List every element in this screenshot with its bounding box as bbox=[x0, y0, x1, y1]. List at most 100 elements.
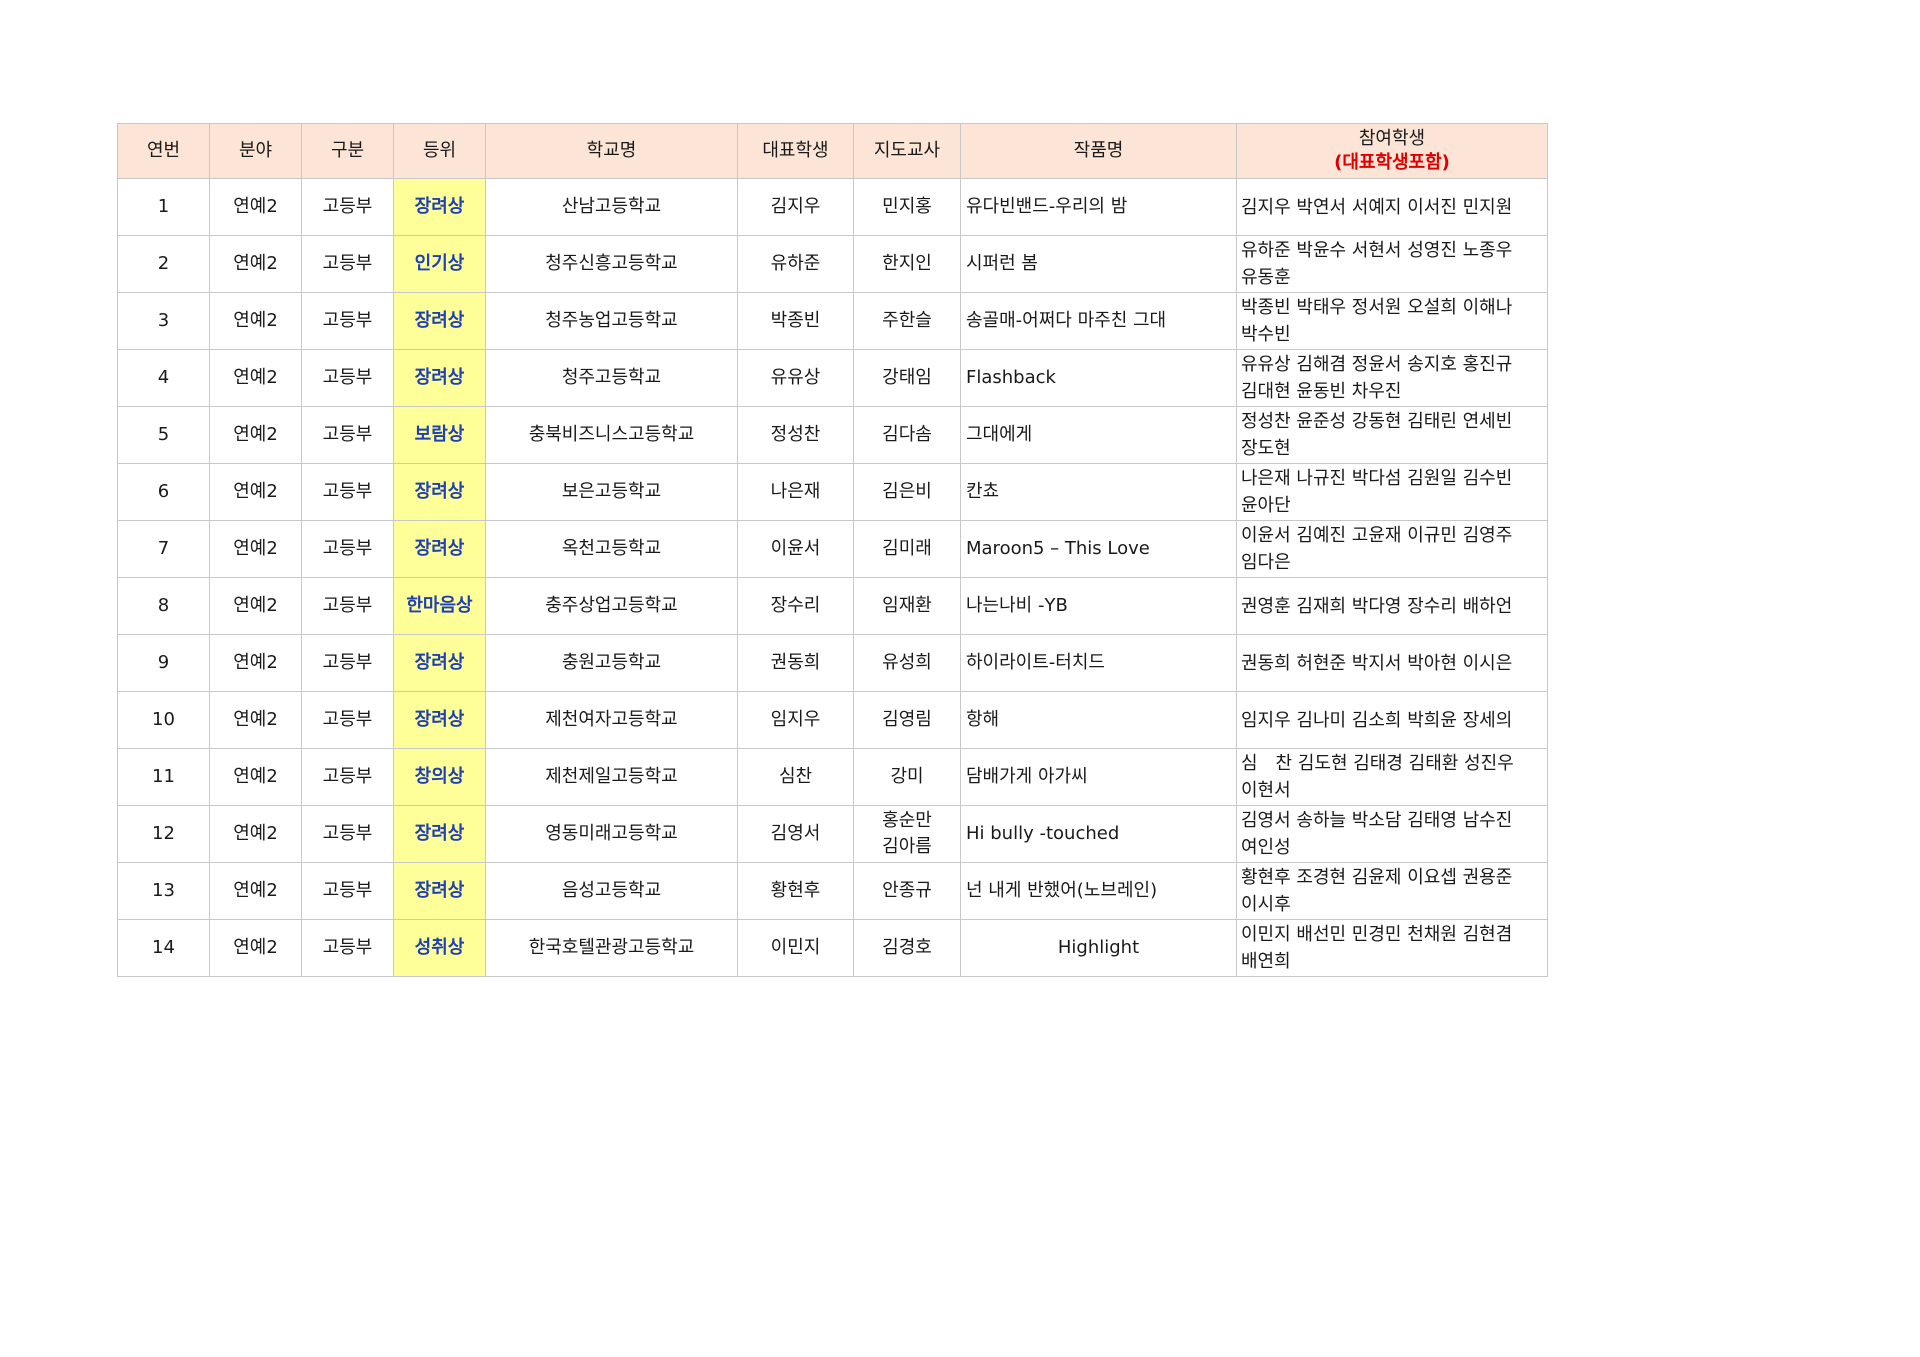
cell-no: 12 bbox=[117, 805, 210, 863]
cell-division: 고등부 bbox=[301, 178, 394, 236]
header-teacher: 지도교사 bbox=[853, 123, 961, 179]
teacher-name: 김경호 bbox=[882, 937, 932, 958]
teacher-name: 김다솜 bbox=[882, 424, 932, 445]
cell-teacher: 민지홍 bbox=[853, 178, 961, 236]
teacher-name: 김아름 bbox=[882, 836, 932, 857]
cell-division: 고등부 bbox=[301, 748, 394, 806]
cell-no: 10 bbox=[117, 691, 210, 749]
cell-representative: 이민지 bbox=[737, 919, 854, 977]
cell-rank: 장려상 bbox=[393, 178, 486, 236]
cell-teacher: 유성희 bbox=[853, 634, 961, 692]
cell-school: 충북비즈니스고등학교 bbox=[485, 406, 738, 464]
cell-no: 9 bbox=[117, 634, 210, 692]
cell-members: 유유상 김해겸 정윤서 송지호 홍진규 김대현 윤동빈 차우진 bbox=[1236, 349, 1548, 407]
cell-work: Highlight bbox=[960, 919, 1237, 977]
header-work: 작품명 bbox=[960, 123, 1237, 179]
cell-members: 이민지 배선민 민경민 천채원 김현겸 배연희 bbox=[1236, 919, 1548, 977]
cell-rank: 장려상 bbox=[393, 349, 486, 407]
cell-work: Maroon5 – This Love bbox=[960, 520, 1237, 578]
table-row: 8 연예2 고등부 한마음상 충주상업고등학교 장수리 임재환 나는나비 -YB 권영훈 김재희… bbox=[117, 577, 1548, 635]
cell-rank: 보람상 bbox=[393, 406, 486, 464]
cell-division: 고등부 bbox=[301, 406, 394, 464]
cell-field: 연예2 bbox=[209, 691, 302, 749]
cell-rank: 장려상 bbox=[393, 634, 486, 692]
cell-field: 연예2 bbox=[209, 178, 302, 236]
cell-work: 담배가게 아가씨 bbox=[960, 748, 1237, 806]
cell-division: 고등부 bbox=[301, 520, 394, 578]
cell-division: 고등부 bbox=[301, 235, 394, 293]
cell-no: 2 bbox=[117, 235, 210, 293]
table-row: 9 연예2 고등부 장려상 충원고등학교 권동희 유성희 하이라이트-터치드 권동희 허현준 박… bbox=[117, 634, 1548, 692]
cell-field: 연예2 bbox=[209, 406, 302, 464]
cell-members: 임지우 김나미 김소희 박희윤 장세의 bbox=[1236, 691, 1548, 749]
table-row: 7 연예2 고등부 장려상 옥천고등학교 이윤서 김미래 Maroon5 – This Lov… bbox=[117, 520, 1548, 578]
cell-rank: 한마음상 bbox=[393, 577, 486, 635]
cell-no: 5 bbox=[117, 406, 210, 464]
cell-school: 음성고등학교 bbox=[485, 862, 738, 920]
cell-field: 연예2 bbox=[209, 919, 302, 977]
cell-members: 정성찬 윤준성 강동현 김태린 연세빈 장도현 bbox=[1236, 406, 1548, 464]
cell-teacher: 김영림 bbox=[853, 691, 961, 749]
teacher-name: 한지인 bbox=[882, 253, 932, 274]
cell-no: 11 bbox=[117, 748, 210, 806]
header-school: 학교명 bbox=[485, 123, 738, 179]
cell-division: 고등부 bbox=[301, 634, 394, 692]
table-row: 14 연예2 고등부 성취상 한국호텔관광고등학교 이민지 김경호 Highlight 이민지 … bbox=[117, 919, 1548, 977]
cell-rank: 장려상 bbox=[393, 805, 486, 863]
table-row: 10 연예2 고등부 장려상 제천여자고등학교 임지우 김영림 항해 임지우 김나미 김소희 박… bbox=[117, 691, 1548, 749]
award-results-table: 연번 분야 구분 등위 학교명 대표학생 지도교사 작품명 참여학생 (대표학생… bbox=[117, 123, 1548, 977]
cell-no: 13 bbox=[117, 862, 210, 920]
cell-teacher: 강미 bbox=[853, 748, 961, 806]
table-row: 13 연예2 고등부 장려상 음성고등학교 황현후 안종규 넌 내게 반했어(노브레인) 황현후… bbox=[117, 862, 1548, 920]
cell-work: 넌 내게 반했어(노브레인) bbox=[960, 862, 1237, 920]
cell-representative: 김영서 bbox=[737, 805, 854, 863]
cell-no: 7 bbox=[117, 520, 210, 578]
cell-representative: 임지우 bbox=[737, 691, 854, 749]
teacher-name: 강미 bbox=[890, 766, 924, 787]
cell-rank: 장려상 bbox=[393, 862, 486, 920]
header-members-label: 참여학생 bbox=[1358, 128, 1426, 149]
cell-teacher: 주한슬 bbox=[853, 292, 961, 350]
table-row: 1 연예2 고등부 장려상 산남고등학교 김지우 민지홍 유다빈밴드-우리의 밤 김지우 박연서… bbox=[117, 178, 1548, 236]
cell-members: 나은재 나규진 박다섬 김원일 김수빈 윤아단 bbox=[1236, 463, 1548, 521]
cell-rank: 인기상 bbox=[393, 235, 486, 293]
header-field: 분야 bbox=[209, 123, 302, 179]
cell-work: 항해 bbox=[960, 691, 1237, 749]
cell-school: 청주신흥고등학교 bbox=[485, 235, 738, 293]
teacher-name: 강태임 bbox=[882, 367, 932, 388]
cell-field: 연예2 bbox=[209, 292, 302, 350]
cell-field: 연예2 bbox=[209, 862, 302, 920]
cell-field: 연예2 bbox=[209, 634, 302, 692]
cell-representative: 박종빈 bbox=[737, 292, 854, 350]
cell-members: 유하준 박윤수 서현서 성영진 노종우 유동훈 bbox=[1236, 235, 1548, 293]
cell-teacher: 김다솜 bbox=[853, 406, 961, 464]
cell-teacher: 한지인 bbox=[853, 235, 961, 293]
cell-work: 송골매-어쩌다 마주친 그대 bbox=[960, 292, 1237, 350]
table-row: 3 연예2 고등부 장려상 청주농업고등학교 박종빈 주한슬 송골매-어쩌다 마주친 그대 박종… bbox=[117, 292, 1548, 350]
table-row: 5 연예2 고등부 보람상 충북비즈니스고등학교 정성찬 김다솜 그대에게 정성찬 윤준성 강동… bbox=[117, 406, 1548, 464]
table-row: 11 연예2 고등부 창의상 제천제일고등학교 심찬 강미 담배가게 아가씨 심 찬 김도현 김… bbox=[117, 748, 1548, 806]
table-body: 1 연예2 고등부 장려상 산남고등학교 김지우 민지홍 유다빈밴드-우리의 밤 김지우 박연서… bbox=[117, 178, 1548, 977]
cell-teacher: 안종규 bbox=[853, 862, 961, 920]
cell-no: 6 bbox=[117, 463, 210, 521]
cell-rank: 장려상 bbox=[393, 520, 486, 578]
cell-representative: 유하준 bbox=[737, 235, 854, 293]
cell-members: 황현후 조경현 김윤제 이요셉 권용준 이시후 bbox=[1236, 862, 1548, 920]
cell-rank: 창의상 bbox=[393, 748, 486, 806]
cell-work: 하이라이트-터치드 bbox=[960, 634, 1237, 692]
table-row: 2 연예2 고등부 인기상 청주신흥고등학교 유하준 한지인 시퍼런 봄 유하준 박윤수 서현서… bbox=[117, 235, 1548, 293]
cell-field: 연예2 bbox=[209, 463, 302, 521]
cell-school: 제천제일고등학교 bbox=[485, 748, 738, 806]
cell-work: Flashback bbox=[960, 349, 1237, 407]
cell-no: 14 bbox=[117, 919, 210, 977]
teacher-name: 김은비 bbox=[882, 481, 932, 502]
cell-school: 충원고등학교 bbox=[485, 634, 738, 692]
cell-work: 나는나비 -YB bbox=[960, 577, 1237, 635]
header-row: 연번 분야 구분 등위 학교명 대표학생 지도교사 작품명 참여학생 (대표학생… bbox=[117, 123, 1548, 179]
cell-no: 8 bbox=[117, 577, 210, 635]
cell-work: 칸쵸 bbox=[960, 463, 1237, 521]
cell-members: 김영서 송하늘 박소담 김태영 남수진 여인성 bbox=[1236, 805, 1548, 863]
cell-rank: 장려상 bbox=[393, 292, 486, 350]
cell-field: 연예2 bbox=[209, 349, 302, 407]
cell-division: 고등부 bbox=[301, 805, 394, 863]
